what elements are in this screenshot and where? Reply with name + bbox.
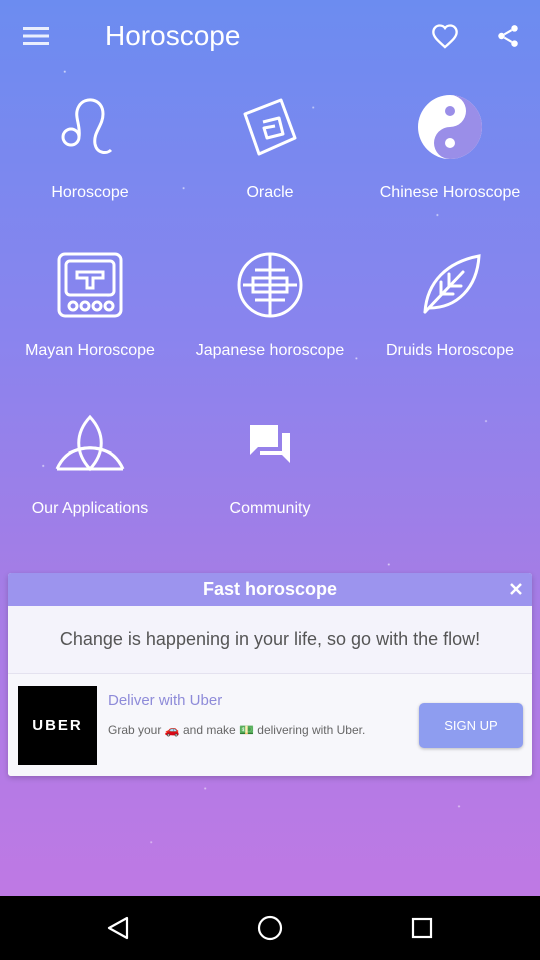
oracle-card-icon [235,92,305,162]
app-bar: Horoscope [0,0,540,72]
ad-title[interactable]: Deliver with Uber [108,692,222,709]
share-icon[interactable] [486,14,530,58]
popup-title: Fast horoscope [202,579,338,599]
app-title: Horoscope [105,20,241,51]
fast-horoscope-popup: Fast horoscope Change is happening in yo… [8,573,532,776]
uber-logo: UBER [18,686,97,765]
chat-bubbles-icon [235,408,305,478]
tile-label: Chinese Horoscope [379,184,521,201]
popup-header: Fast horoscope [8,573,532,606]
back-triangle-icon[interactable] [96,906,140,950]
tile-label: Oracle [246,184,294,201]
tile-community[interactable]: Community [180,408,360,558]
leaf-icon [415,250,485,320]
close-icon[interactable] [506,579,526,599]
tile-mayan-horoscope[interactable]: Mayan Horoscope [0,250,180,400]
tile-horoscope[interactable]: Horoscope [0,92,180,242]
tile-label: Japanese horoscope [195,342,345,359]
recents-square-icon[interactable] [400,906,444,950]
system-nav-bar [0,896,540,960]
mayan-glyph-icon [55,250,125,320]
heart-icon[interactable] [423,14,467,58]
hamburger-menu-icon[interactable] [14,14,58,58]
tile-label: Horoscope [51,184,129,201]
tile-japanese-horoscope[interactable]: Japanese horoscope [180,250,360,400]
yin-yang-icon [415,92,485,162]
ad-banner[interactable]: UBER Deliver with Uber Grab your 🚗 and m… [8,674,532,776]
leo-sign-icon [55,92,125,162]
tile-label: Druids Horoscope [385,342,515,359]
tile-chinese-horoscope[interactable]: Chinese Horoscope [360,92,540,242]
tile-label: Our Applications [31,500,149,517]
horoscope-message: Change is happening in your life, so go … [8,606,532,674]
tile-our-applications[interactable]: Our Applications [0,408,180,558]
tile-label: Community [229,500,311,517]
tile-oracle[interactable]: Oracle [180,92,360,242]
japanese-emblem-icon [235,250,305,320]
tile-label: Mayan Horoscope [25,342,155,359]
ad-description: Grab your 🚗 and make 💵 delivering with U… [108,723,366,737]
home-circle-icon[interactable] [248,906,292,950]
tile-druids-horoscope[interactable]: Druids Horoscope [360,250,540,400]
triquetra-icon [55,408,125,478]
sign-up-button[interactable]: SIGN UP [419,703,523,748]
